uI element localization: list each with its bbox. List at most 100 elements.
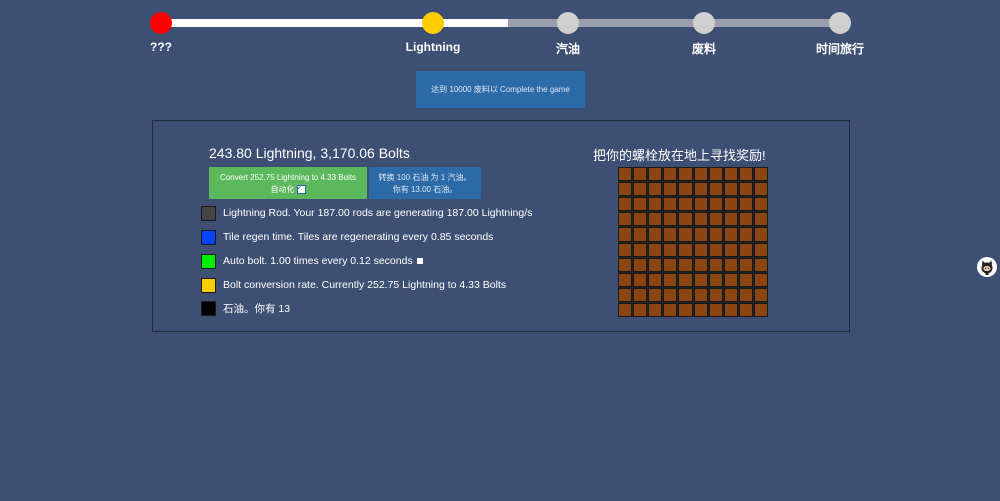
- grid-tile[interactable]: [738, 212, 753, 227]
- auto-convert-checkbox[interactable]: [296, 182, 306, 195]
- grid-tile[interactable]: [678, 227, 693, 242]
- grid-tile[interactable]: [753, 242, 768, 257]
- grid-tile[interactable]: [723, 167, 738, 182]
- grid-tile[interactable]: [723, 272, 738, 287]
- grid-tile[interactable]: [723, 197, 738, 212]
- grid-tile[interactable]: [648, 302, 663, 317]
- upgrade-swatch[interactable]: [201, 253, 216, 269]
- grid-tile[interactable]: [663, 227, 678, 242]
- grid-tile[interactable]: [708, 167, 723, 182]
- grid-tile[interactable]: [633, 242, 648, 257]
- step-dot-4[interactable]: [693, 12, 715, 34]
- grid-tile[interactable]: [753, 287, 768, 302]
- upgrade-swatch[interactable]: [201, 300, 216, 316]
- grid-tile[interactable]: [618, 167, 633, 182]
- grid-tile[interactable]: [678, 167, 693, 182]
- grid-tile[interactable]: [738, 197, 753, 212]
- grid-tile[interactable]: [618, 182, 633, 197]
- grid-tile[interactable]: [633, 257, 648, 272]
- grid-tile[interactable]: [663, 212, 678, 227]
- grid-tile[interactable]: [663, 242, 678, 257]
- grid-tile[interactable]: [693, 167, 708, 182]
- upgrade-auto-bolt[interactable]: Auto bolt. 1.00 times every 0.12 seconds: [201, 253, 423, 269]
- grid-tile[interactable]: [738, 257, 753, 272]
- upgrade-tile-regen[interactable]: Tile regen time. Tiles are regenerating …: [201, 229, 493, 245]
- grid-tile[interactable]: [633, 212, 648, 227]
- grid-tile[interactable]: [753, 257, 768, 272]
- grid-tile[interactable]: [618, 287, 633, 302]
- grid-tile[interactable]: [723, 242, 738, 257]
- convert-oil-button[interactable]: 转换 100 石油 为 1 汽油。 你有 13.00 石油。: [369, 167, 481, 199]
- grid-tile[interactable]: [618, 227, 633, 242]
- grid-tile[interactable]: [693, 227, 708, 242]
- grid-tile[interactable]: [663, 197, 678, 212]
- grid-tile[interactable]: [723, 227, 738, 242]
- grid-tile[interactable]: [633, 272, 648, 287]
- grid-tile[interactable]: [738, 287, 753, 302]
- grid-tile[interactable]: [693, 212, 708, 227]
- grid-tile[interactable]: [708, 287, 723, 302]
- grid-tile[interactable]: [753, 302, 768, 317]
- grid-tile[interactable]: [633, 182, 648, 197]
- grid-tile[interactable]: [738, 167, 753, 182]
- upgrade-swatch[interactable]: [201, 229, 216, 245]
- grid-tile[interactable]: [618, 197, 633, 212]
- grid-tile[interactable]: [633, 197, 648, 212]
- grid-tile[interactable]: [693, 197, 708, 212]
- grid-tile[interactable]: [753, 197, 768, 212]
- grid-tile[interactable]: [648, 242, 663, 257]
- grid-tile[interactable]: [633, 167, 648, 182]
- grid-tile[interactable]: [663, 167, 678, 182]
- grid-tile[interactable]: [753, 227, 768, 242]
- grid-tile[interactable]: [648, 167, 663, 182]
- grid-tile[interactable]: [723, 287, 738, 302]
- grid-tile[interactable]: [678, 272, 693, 287]
- grid-tile[interactable]: [723, 302, 738, 317]
- step-dot-3[interactable]: [557, 12, 579, 34]
- grid-tile[interactable]: [678, 212, 693, 227]
- grid-tile[interactable]: [678, 302, 693, 317]
- grid-tile[interactable]: [633, 302, 648, 317]
- grid-tile[interactable]: [648, 287, 663, 302]
- grid-tile[interactable]: [708, 257, 723, 272]
- grid-tile[interactable]: [633, 227, 648, 242]
- grid-tile[interactable]: [663, 302, 678, 317]
- grid-tile[interactable]: [663, 257, 678, 272]
- grid-tile[interactable]: [738, 302, 753, 317]
- upgrade-swatch[interactable]: [201, 205, 216, 221]
- grid-tile[interactable]: [708, 227, 723, 242]
- upgrade-swatch[interactable]: [201, 277, 216, 293]
- grid-tile[interactable]: [753, 212, 768, 227]
- step-dot-1[interactable]: [150, 12, 172, 34]
- grid-tile[interactable]: [663, 182, 678, 197]
- grid-tile[interactable]: [693, 302, 708, 317]
- grid-tile[interactable]: [678, 197, 693, 212]
- grid-tile[interactable]: [678, 182, 693, 197]
- grid-tile[interactable]: [618, 272, 633, 287]
- upgrade-lightning-rod[interactable]: Lightning Rod. Your 187.00 rods are gene…: [201, 205, 532, 221]
- grid-tile[interactable]: [648, 212, 663, 227]
- grid-tile[interactable]: [693, 272, 708, 287]
- upgrade-bolt-conversion[interactable]: Bolt conversion rate. Currently 252.75 L…: [201, 277, 506, 293]
- grid-tile[interactable]: [648, 257, 663, 272]
- grid-tile[interactable]: [738, 227, 753, 242]
- grid-tile[interactable]: [708, 182, 723, 197]
- grid-tile[interactable]: [678, 242, 693, 257]
- grid-tile[interactable]: [708, 212, 723, 227]
- grid-tile[interactable]: [753, 167, 768, 182]
- upgrade-oil[interactable]: 石油。你有 13: [201, 300, 290, 316]
- grid-tile[interactable]: [693, 242, 708, 257]
- grid-tile[interactable]: [708, 242, 723, 257]
- grid-tile[interactable]: [678, 257, 693, 272]
- grid-tile[interactable]: [618, 242, 633, 257]
- grid-tile[interactable]: [648, 182, 663, 197]
- grid-tile[interactable]: [753, 182, 768, 197]
- grid-tile[interactable]: [738, 272, 753, 287]
- grid-tile[interactable]: [723, 212, 738, 227]
- grid-tile[interactable]: [663, 272, 678, 287]
- auto-bolt-toggle[interactable]: [416, 258, 423, 264]
- grid-tile[interactable]: [708, 197, 723, 212]
- grid-tile[interactable]: [723, 182, 738, 197]
- grid-tile[interactable]: [738, 242, 753, 257]
- grid-tile[interactable]: [723, 257, 738, 272]
